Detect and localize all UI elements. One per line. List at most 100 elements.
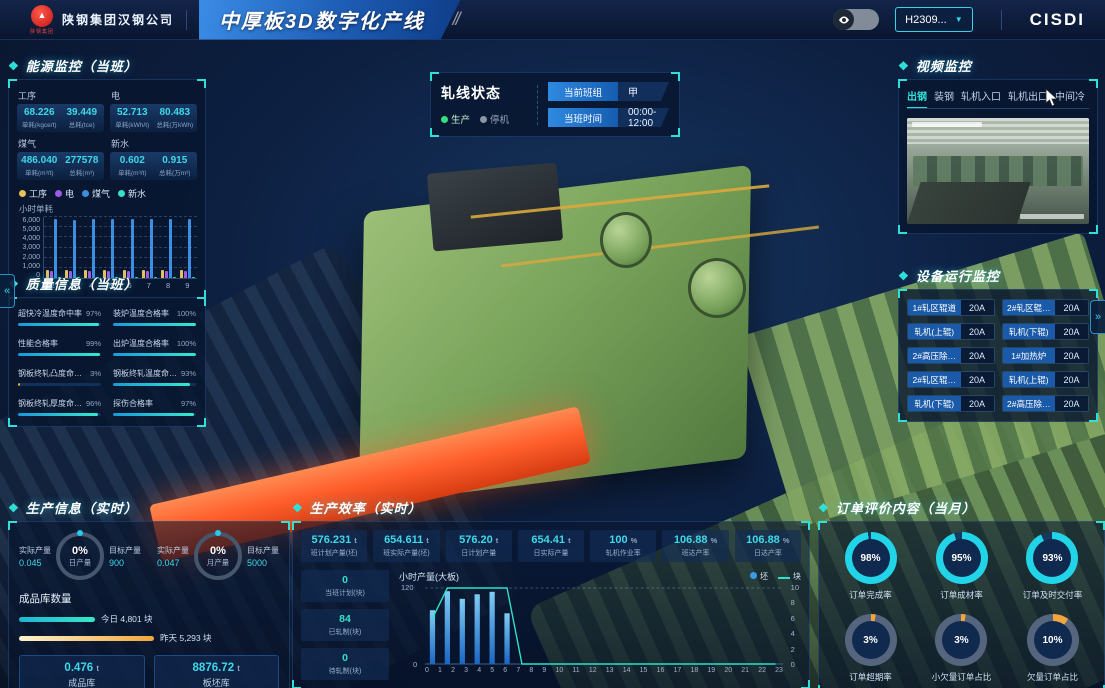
hourly-output-chart: 小时产量(大板) 坯块 120 0 1086420 01234567891011…: [399, 570, 801, 680]
quality-metric: 性能合格率99%: [18, 338, 101, 356]
corner-decoration: [671, 72, 680, 81]
corner-decoration: [292, 521, 301, 530]
panel-efficiency-title: 生产效率（实时）: [310, 498, 422, 517]
corner-decoration: [898, 79, 907, 88]
hourly-chart-xaxis: 01234567891011121314151617181920212223: [425, 667, 783, 674]
top-header: ▲ 陕钢集团 陕钢集团汉钢公司 中厚板3D数字化产线 // H2309... ▼…: [0, 0, 1105, 40]
corner-decoration: [292, 680, 301, 688]
corner-decoration: [1089, 225, 1098, 234]
left-axis-min: 0: [413, 660, 417, 669]
video-tab[interactable]: 轧机入口: [961, 88, 1001, 103]
efficiency-side-stat: 0待轧制(块): [301, 648, 389, 680]
order-donut: 10% 欠量订单占比: [1027, 614, 1079, 683]
status-legend-item: 生产: [441, 112, 470, 126]
company-logo: ▲ 陕钢集团: [30, 5, 54, 35]
diamond-icon: ❖: [898, 59, 910, 73]
efficiency-side-stat: 84已轧制(块): [301, 609, 389, 641]
corner-decoration: [8, 418, 17, 427]
panel-devices: ❖ 设备运行监控 1#轧区辊道20A 2#轧区辊…20A 轧机(上辊)20A 轧机…: [898, 266, 1098, 422]
order-donut: 98% 订单完成率: [845, 532, 897, 601]
corner-decoration: [671, 128, 680, 137]
right-collapse-handle[interactable]: »: [1090, 300, 1105, 334]
panel-devices-title: 设备运行监控: [916, 266, 1000, 285]
production-gauge: 实际产量0.047 0%月产量 目标产量5000: [157, 532, 279, 580]
line-status-title: 轧线状态: [441, 83, 527, 103]
eye-icon: [833, 9, 854, 30]
panel-orders-title: 订单评价内容（当月）: [836, 498, 976, 517]
panel-energy-title: 能源监控（当班）: [26, 56, 138, 75]
page-title: 中厚板3D数字化产线: [199, 0, 461, 40]
left-collapse-handle[interactable]: «: [0, 274, 15, 308]
inventory-stat: 0.476 t成品库: [19, 655, 145, 688]
energy-chart-yaxis: 6,0005,0004,0003,0002,0001,0000: [17, 217, 43, 279]
right-axis: 1086420: [791, 583, 799, 669]
corner-decoration: [1096, 521, 1105, 530]
energy-bar-chart: [43, 217, 197, 279]
panel-production: ❖生产信息（实时） 实际产量0.045 0%日产量 目标产量900 实际产量0.…: [8, 498, 290, 688]
quality-metric: 装炉温度合格率100%: [113, 308, 196, 326]
video-tab[interactable]: 轧机出口: [1008, 88, 1048, 103]
device-current-readout: 1#加热炉20A: [1002, 347, 1090, 364]
corner-decoration: [1089, 79, 1098, 88]
energy-group: 煤气486.040单耗(m³/t)277578总耗(m³): [17, 136, 104, 180]
cisdi-logo: CISDI: [1030, 10, 1085, 30]
company-name: 陕钢集团汉钢公司: [62, 11, 174, 28]
energy-group: 电52.713单耗(kWh/t)80.483总耗(万kWh): [110, 88, 197, 132]
diamond-icon: ❖: [292, 501, 304, 515]
corner-decoration: [197, 418, 206, 427]
video-tab[interactable]: 装钢: [934, 88, 954, 103]
inventory-title: 成品库数量: [19, 591, 279, 606]
device-current-readout: 2#高压除…20A: [1002, 395, 1090, 412]
diamond-icon: ❖: [8, 501, 20, 515]
efficiency-stat: 576.231 t班计划产量(坯): [301, 530, 367, 562]
hourly-chart-svg: [425, 587, 783, 665]
device-current-readout: 1#轧区辊道20A: [907, 299, 995, 316]
device-current-readout: 轧机(上辊)20A: [907, 323, 995, 340]
panel-quality: ❖质量信息（当班） 超快冷温度命中率97% 装炉温度合格率100% 性能合格率9…: [8, 274, 206, 427]
camera-select-value: H2309...: [905, 14, 947, 26]
energy-chart-title: 小时单耗: [19, 203, 197, 215]
company-logo-icon: ▲: [31, 5, 53, 27]
camera-select-dropdown[interactable]: H2309... ▼: [895, 7, 973, 32]
energy-group: 新水0.602单耗(m³/t)0.915总耗(万m³): [110, 136, 197, 180]
panel-quality-title: 质量信息（当班）: [26, 274, 138, 293]
panel-production-title: 生产信息（实时）: [26, 498, 138, 517]
quality-metric: 钢板终轧厚度命中率96%: [18, 398, 101, 416]
energy-legend-item: 工序: [19, 187, 47, 200]
camera-feed[interactable]: [907, 118, 1089, 224]
device-current-readout: 2#轧区辊…20A: [907, 371, 995, 388]
visibility-toggle[interactable]: [833, 9, 879, 30]
mill-cylinder: [688, 258, 746, 318]
chevron-down-icon: ▼: [955, 15, 963, 24]
panel-efficiency: ❖ 生产效率（实时） 576.231 t班计划产量(坯) 654.611 t班实际…: [292, 498, 810, 688]
corner-decoration: [801, 680, 810, 688]
corner-decoration: [8, 79, 17, 88]
inventory-stat: 8876.72 t板坯库: [154, 655, 280, 688]
video-tab[interactable]: 出钢: [907, 88, 927, 103]
corner-decoration: [898, 225, 907, 234]
quality-metric: 探伤合格率97%: [113, 398, 196, 416]
corner-decoration: [818, 521, 827, 530]
panel-orders: ❖订单评价内容（当月） 98% 订单完成率 95% 订单成材率 93% 订单及时…: [818, 498, 1105, 688]
quality-metric: 出炉温度合格率100%: [113, 338, 196, 356]
energy-legend-item: 煤气: [82, 187, 110, 200]
panel-video: ❖视频监控 出钢装钢轧机入口轧机出口中间冷电动热…: [898, 56, 1098, 234]
order-donut: 93% 订单及时交付率: [1023, 532, 1083, 601]
diamond-icon: ❖: [818, 501, 830, 515]
dashboard-root: ▲ 陕钢集团 陕钢集团汉钢公司 中厚板3D数字化产线 // H2309... ▼…: [0, 0, 1105, 688]
company-logo-caption: 陕钢集团: [30, 28, 54, 35]
diamond-icon: ❖: [898, 269, 910, 283]
feed-timestamp-overlay: [912, 122, 982, 127]
status-divider: [537, 85, 538, 125]
efficiency-stat: 106.88 %日达产率: [735, 530, 801, 562]
corner-decoration: [801, 521, 810, 530]
efficiency-stat: 654.611 t班实际产量(坯): [373, 530, 439, 562]
panel-video-title: 视频监控: [916, 56, 972, 75]
device-current-readout: 轧机(下辊)20A: [1002, 323, 1090, 340]
quality-metric: 超快冷温度命中率97%: [18, 308, 101, 326]
video-tab[interactable]: 中间冷: [1055, 88, 1085, 103]
status-row: 当前班组甲: [548, 82, 669, 101]
legend-line: 块: [778, 571, 801, 582]
quality-metric: 钢板终轧温度命中率93%: [113, 368, 196, 386]
device-current-readout: 轧机(下辊)20A: [907, 395, 995, 412]
